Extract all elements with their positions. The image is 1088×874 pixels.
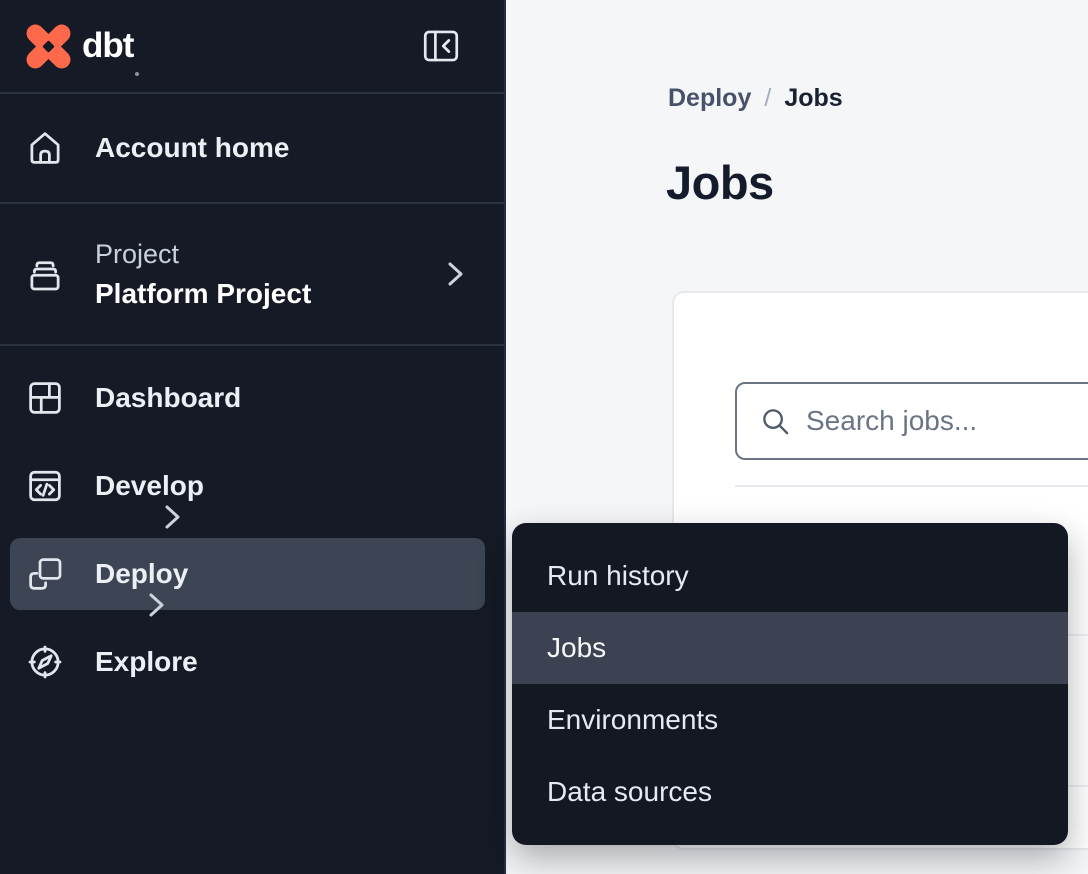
chevron-right-icon: [164, 504, 181, 530]
project-icon: [25, 254, 65, 294]
sidebar-item-account-home[interactable]: Account home: [0, 94, 504, 202]
breadcrumb-current: Jobs: [784, 84, 842, 113]
sidebar: dbt Account home Project Platform Projec…: [0, 0, 506, 874]
sidebar-item-label: Develop: [95, 470, 204, 502]
chevron-right-icon: [447, 261, 464, 287]
sidebar-item-develop[interactable]: Develop: [0, 442, 504, 530]
sidebar-header: dbt: [0, 0, 504, 92]
breadcrumb-deploy-link[interactable]: Deploy: [668, 84, 751, 113]
sidebar-item-label: Explore: [95, 646, 198, 678]
sidebar-item-explore[interactable]: Explore: [0, 618, 504, 706]
page-title: Jobs: [666, 155, 774, 210]
breadcrumb: Deploy / Jobs: [668, 84, 843, 113]
develop-icon: [25, 466, 65, 506]
brand-trademark-dot: [135, 72, 139, 76]
sidebar-nav: Dashboard Develop Deploy: [0, 346, 504, 706]
sidebar-item-label: Dashboard: [95, 382, 241, 414]
compass-icon: [25, 642, 65, 682]
chevron-right-icon: [148, 592, 165, 618]
flyout-item-run-history[interactable]: Run history: [512, 540, 1068, 612]
dashboard-icon: [25, 378, 65, 418]
sidebar-item-dashboard[interactable]: Dashboard: [0, 354, 504, 442]
deploy-flyout-menu: Run history Jobs Environments Data sourc…: [512, 523, 1068, 845]
card-divider: [735, 485, 1088, 487]
sidebar-item-deploy[interactable]: Deploy: [0, 530, 504, 618]
deploy-icon: [25, 554, 65, 594]
flyout-item-jobs[interactable]: Jobs: [512, 612, 1068, 684]
dbt-logo-icon: [25, 23, 72, 70]
breadcrumb-separator: /: [764, 84, 771, 113]
panel-collapse-icon: [423, 29, 459, 63]
sidebar-item-label: Account home: [95, 132, 289, 164]
search-input[interactable]: [806, 405, 1088, 437]
search-icon: [760, 406, 791, 437]
search-box: [735, 382, 1088, 460]
sidebar-item-label: Deploy: [95, 558, 188, 590]
brand-text: dbt: [82, 26, 133, 66]
home-icon: [25, 128, 65, 168]
flyout-item-data-sources[interactable]: Data sources: [512, 756, 1068, 828]
project-text: Project Platform Project: [95, 239, 311, 310]
flyout-item-environments[interactable]: Environments: [512, 684, 1068, 756]
sidebar-item-project[interactable]: Project Platform Project: [0, 204, 504, 344]
project-eyebrow: Project: [95, 239, 311, 270]
collapse-sidebar-button[interactable]: [422, 28, 460, 64]
project-name: Platform Project: [95, 278, 311, 310]
